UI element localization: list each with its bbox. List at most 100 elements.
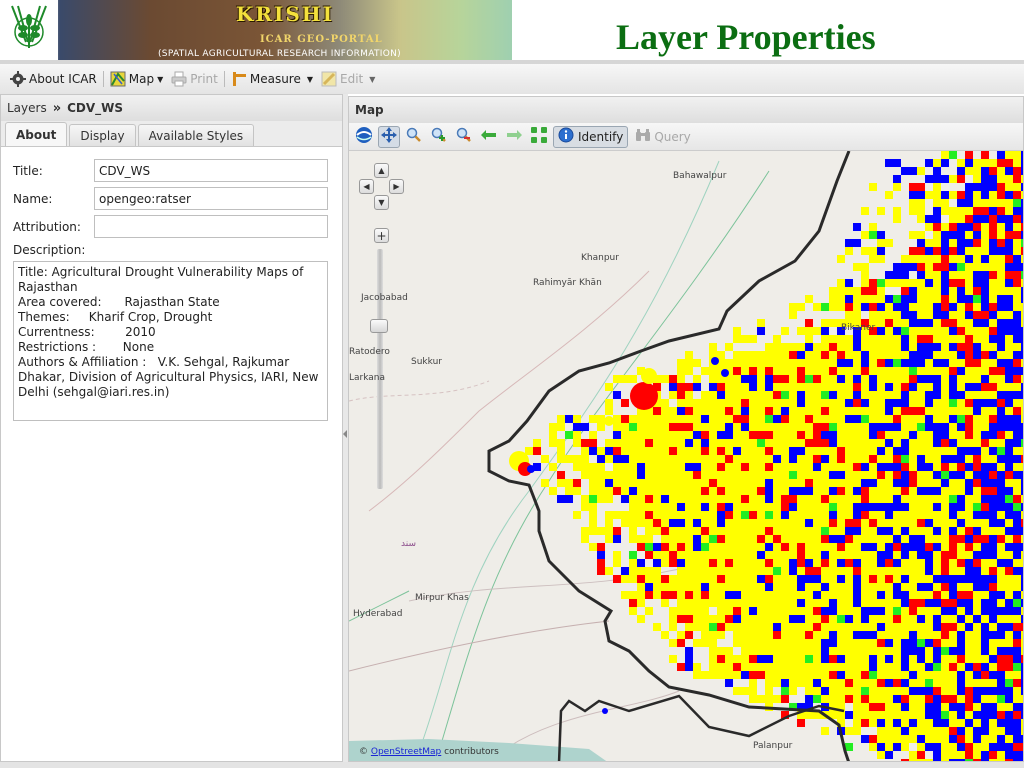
raster-cell (781, 463, 789, 471)
identify-button[interactable]: Identify (553, 125, 629, 148)
raster-cell (829, 351, 837, 359)
raster-cell (893, 735, 901, 743)
title-field[interactable] (94, 159, 328, 182)
raster-cell (757, 471, 765, 479)
raster-cell (773, 559, 781, 567)
pan-left-button[interactable]: ◀ (359, 179, 374, 194)
raster-cell (717, 583, 725, 591)
raster-cell (805, 607, 813, 615)
raster-cell (789, 559, 797, 567)
raster-cell (685, 631, 693, 639)
raster-cell (829, 375, 837, 383)
zoom-slider-track[interactable] (377, 249, 383, 489)
query-button[interactable]: Query (631, 128, 691, 145)
raster-cell (885, 295, 893, 303)
measure-menu-button[interactable]: Measure ▼ (227, 69, 317, 89)
zoom-in-button[interactable] (428, 126, 450, 148)
raster-cell (709, 631, 717, 639)
raster-cell (757, 487, 765, 495)
print-button[interactable]: Print (167, 69, 222, 89)
next-extent-button[interactable] (503, 126, 525, 148)
raster-cell (949, 231, 957, 239)
raster-cell (925, 743, 933, 751)
pan-right-button[interactable]: ▶ (389, 179, 404, 194)
raster-cell (869, 559, 877, 567)
raster-cell (965, 415, 973, 423)
zoom-to-max-extent-button[interactable] (353, 126, 375, 148)
raster-cell (997, 367, 1005, 375)
raster-cell (1005, 327, 1013, 335)
raster-cell (645, 415, 653, 423)
collapse-arrow-icon[interactable] (343, 430, 347, 438)
raster-cell (797, 543, 805, 551)
pan-down-button[interactable]: ▼ (374, 195, 389, 210)
raster-cell (869, 495, 877, 503)
raster-cell (1013, 199, 1021, 207)
raster-cell (965, 703, 973, 711)
raster-cell (709, 543, 717, 551)
raster-cell (877, 631, 885, 639)
icar-logo (0, 0, 58, 60)
tab-display[interactable]: Display (69, 124, 136, 146)
raster-cell (925, 311, 933, 319)
raster-cell (805, 455, 813, 463)
raster-cell (1005, 407, 1013, 415)
raster-cell (941, 575, 949, 583)
raster-cell (877, 311, 885, 319)
raster-cell (813, 399, 821, 407)
about-icar-button[interactable]: About ICAR (6, 69, 101, 89)
raster-cell (869, 583, 877, 591)
pan-button[interactable] (378, 125, 400, 148)
raster-cell (933, 495, 941, 503)
raster-cell (789, 407, 797, 415)
tab-about[interactable]: About (5, 122, 68, 146)
raster-cell (917, 311, 925, 319)
pan-up-button[interactable]: ▲ (374, 163, 389, 178)
raster-cell (877, 639, 885, 647)
raster-cell (709, 519, 717, 527)
raster-cell (893, 431, 901, 439)
raster-cell (685, 599, 693, 607)
raster-cell (781, 407, 789, 415)
main-toolbar: About ICAR Map ▼ Print Measure ▼ Edit ▼ (0, 64, 1024, 94)
raster-cell (925, 567, 933, 575)
raster-cell (917, 495, 925, 503)
raster-cell (1005, 335, 1013, 343)
raster-cell (837, 591, 845, 599)
raster-cell (949, 511, 957, 519)
zoom-in-control[interactable]: + (374, 228, 389, 243)
raster-cell (957, 407, 965, 415)
raster-cell (957, 223, 965, 231)
full-extent-button[interactable] (528, 126, 550, 148)
description-textarea[interactable]: Title: Agricultural Drought Vulnerabilit… (13, 261, 328, 421)
raster-cell (893, 671, 901, 679)
raster-cell (901, 423, 909, 431)
map-canvas[interactable]: ▲ ◀ ▶ ▼ + Bahawalpur Khanpur Rahimyār Kh… (349, 151, 1023, 761)
map-menu-button[interactable]: Map ▼ (106, 69, 167, 89)
raster-cell (821, 407, 829, 415)
openstreetmap-link[interactable]: OpenStreetMap (371, 747, 441, 757)
raster-cell (1013, 175, 1021, 183)
raster-cell (901, 463, 909, 471)
breadcrumb-layers[interactable]: Layers (7, 101, 47, 115)
raster-cell (901, 703, 909, 711)
raster-cell (933, 535, 941, 543)
raster-cell (925, 703, 933, 711)
tab-available-styles[interactable]: Available Styles (137, 124, 255, 146)
raster-cell (813, 415, 821, 423)
previous-extent-button[interactable] (478, 126, 500, 148)
attribution-field[interactable] (94, 215, 328, 238)
raster-cell (813, 423, 821, 431)
name-field[interactable] (94, 187, 328, 210)
raster-cell (861, 495, 869, 503)
zoom-slider-handle[interactable] (370, 319, 388, 333)
raster-cell (1005, 303, 1013, 311)
raster-cell (853, 719, 861, 727)
raster-cell (1013, 351, 1021, 359)
raster-cell (829, 655, 837, 663)
edit-menu-button[interactable]: Edit ▼ (317, 69, 379, 89)
zoom-out-button[interactable] (453, 126, 475, 148)
raster-cell (765, 679, 773, 687)
zoom-box-button[interactable] (403, 126, 425, 148)
raster-cell (837, 687, 845, 695)
